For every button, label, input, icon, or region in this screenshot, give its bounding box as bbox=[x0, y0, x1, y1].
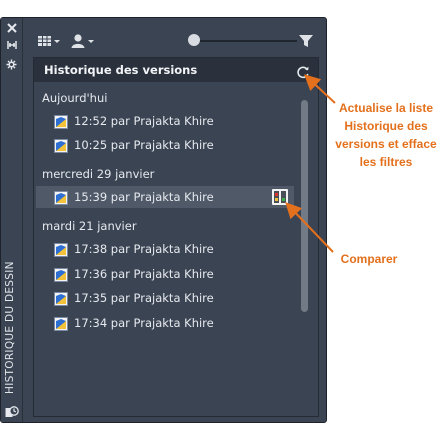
refresh-callout-arrow bbox=[304, 74, 336, 104]
compare-callout-arrow bbox=[285, 202, 334, 253]
callout-arrows bbox=[285, 74, 336, 253]
refresh-callout: Actualise la liste Historique des versio… bbox=[335, 101, 437, 169]
compare-callout: Comparer bbox=[340, 252, 398, 266]
